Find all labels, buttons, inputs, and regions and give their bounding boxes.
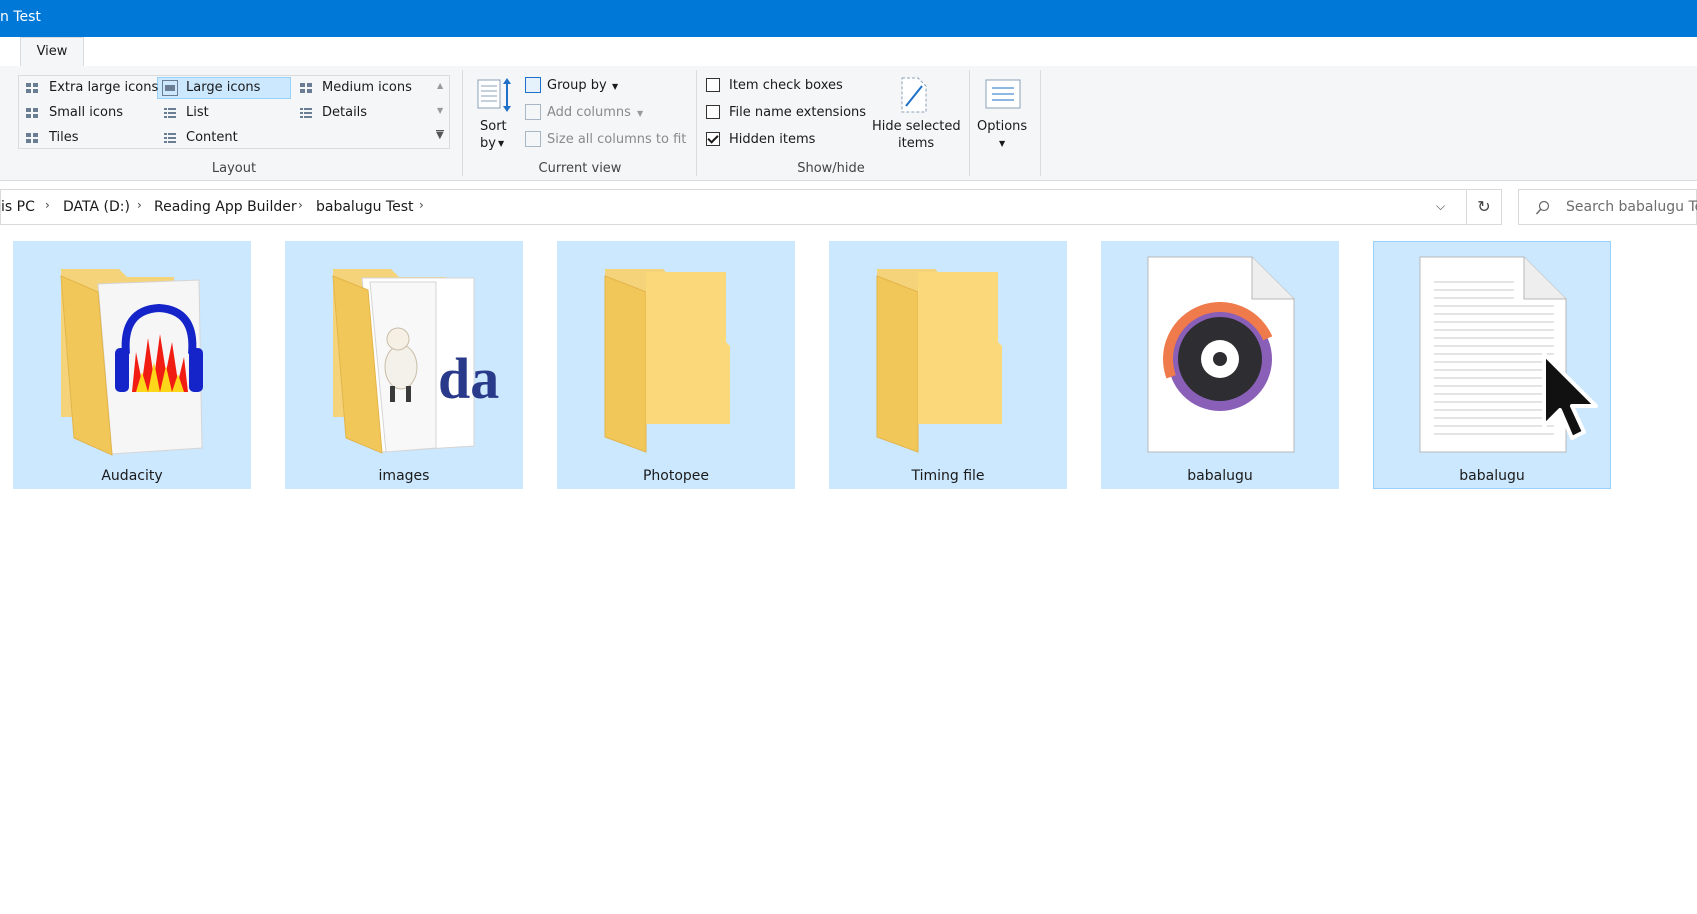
breadcrumb-chevron-icon[interactable]: › [419, 198, 424, 212]
breadcrumb-data-drive[interactable]: DATA (D:) [63, 199, 130, 215]
breadcrumb-babalugu-test[interactable]: babalugu Test [316, 199, 413, 215]
address-bar[interactable]: is PC › DATA (D:) › Reading App Builder … [0, 189, 1500, 225]
file-name-extensions-label[interactable]: File name extensions [729, 105, 866, 120]
folder-icon [604, 269, 730, 453]
tab-view[interactable]: View [20, 37, 84, 67]
group-by-icon [525, 77, 541, 93]
add-columns-dropdown-icon: ▼ [637, 109, 644, 118]
options-button[interactable]: Options [977, 119, 1027, 134]
medium-icons-icon [298, 80, 314, 96]
sort-by-button[interactable]: Sort [480, 119, 507, 134]
folder-audacity-icon [60, 269, 203, 456]
large-icons-icon [162, 80, 178, 96]
sort-by-dropdown-icon: ▼ [498, 139, 505, 148]
file-item[interactable]: Photopee [557, 241, 795, 489]
ribbon-tabs: View [0, 37, 1697, 67]
layout-details[interactable]: Details [322, 105, 367, 120]
layout-small-icons[interactable]: Small icons [49, 105, 123, 120]
group-separator [969, 70, 970, 176]
search-icon [1535, 200, 1550, 215]
gallery-scroll-down-icon[interactable]: ▼ [437, 106, 443, 115]
size-all-columns-button[interactable]: Size all columns to fit [547, 132, 686, 147]
layout-extra-large-icons[interactable]: Extra large icons [49, 80, 158, 95]
file-name[interactable]: Audacity [14, 468, 250, 484]
layout-list[interactable]: List [186, 105, 209, 120]
group-separator [462, 70, 463, 176]
breadcrumb-chevron-icon[interactable]: › [298, 198, 303, 212]
breadcrumb-reading-app-builder[interactable]: Reading App Builder [154, 199, 297, 215]
hide-selected-items-button-line2[interactable]: items [898, 136, 934, 151]
item-check-boxes-label[interactable]: Item check boxes [729, 78, 843, 93]
layout-content[interactable]: Content [186, 130, 238, 145]
hidden-items-label[interactable]: Hidden items [729, 132, 815, 147]
file-name-extensions-checkbox[interactable] [706, 105, 720, 119]
gallery-expand-icon[interactable]: ▼ [436, 130, 444, 141]
sort-by-icon [477, 78, 511, 112]
details-icon [298, 105, 314, 121]
group-separator [696, 70, 697, 176]
layout-large-icons[interactable]: Large icons [186, 80, 260, 95]
hide-selected-items-button[interactable]: Hide selected [872, 119, 961, 134]
add-columns-icon [525, 104, 541, 120]
item-check-boxes-checkbox[interactable] [706, 78, 720, 92]
extra-large-icons-icon [24, 80, 40, 96]
file-item[interactable]: Timing file [829, 241, 1067, 489]
small-icons-icon [24, 105, 40, 121]
address-history-dropdown-icon[interactable]: ⌵ [1436, 199, 1445, 214]
file-item[interactable]: babalugu [1101, 241, 1339, 489]
size-columns-icon [525, 131, 541, 147]
options-dropdown-icon: ▼ [999, 139, 1006, 148]
file-name[interactable]: babalugu [1102, 468, 1338, 484]
breadcrumb-this-pc[interactable]: is PC [1, 199, 35, 215]
file-item[interactable]: Audacity [13, 241, 251, 489]
title-bar[interactable]: n Test [0, 0, 1697, 37]
audio-file-icon [1147, 256, 1295, 453]
add-columns-button[interactable]: Add columns [547, 105, 631, 120]
layout-tiles[interactable]: Tiles [49, 130, 79, 145]
search-box[interactable]: Search babalugu Tes [1518, 189, 1697, 225]
hide-selected-items-icon [901, 77, 927, 113]
layout-medium-icons[interactable]: Medium icons [322, 80, 412, 95]
file-item[interactable]: da images [285, 241, 523, 489]
file-name[interactable]: Photopee [558, 468, 794, 484]
file-name[interactable]: Timing file [830, 468, 1066, 484]
folder-icon [876, 269, 1002, 453]
window-title: n Test [0, 9, 41, 25]
file-name[interactable]: images [286, 468, 522, 484]
show-hide-group-label: Show/hide [797, 161, 865, 176]
sort-by-button-line2[interactable]: by [480, 136, 496, 151]
hidden-items-checkbox[interactable] [706, 132, 720, 146]
refresh-icon: ↻ [1477, 197, 1491, 216]
folder-images-icon: da [332, 269, 499, 454]
layout-group-label: Layout [211, 161, 257, 176]
current-view-group-label: Current view [538, 161, 622, 176]
group-by-button[interactable]: Group by [547, 78, 607, 93]
content-icon [162, 130, 178, 146]
breadcrumb-chevron-icon[interactable]: › [137, 198, 142, 212]
refresh-button[interactable]: ↻ [1466, 189, 1502, 225]
options-icon [985, 79, 1021, 109]
mouse-cursor-icon [1542, 352, 1598, 440]
search-placeholder: Search babalugu Tes [1566, 199, 1697, 215]
svg-text:da: da [438, 346, 499, 411]
group-by-dropdown-icon: ▼ [612, 82, 619, 91]
tiles-icon [24, 130, 40, 146]
gallery-scroll-up-icon[interactable]: ▲ [437, 81, 443, 90]
group-separator [1040, 70, 1041, 176]
list-icon [162, 105, 178, 121]
file-name[interactable]: babalugu [1374, 468, 1610, 484]
breadcrumb-chevron-icon[interactable]: › [45, 198, 50, 212]
